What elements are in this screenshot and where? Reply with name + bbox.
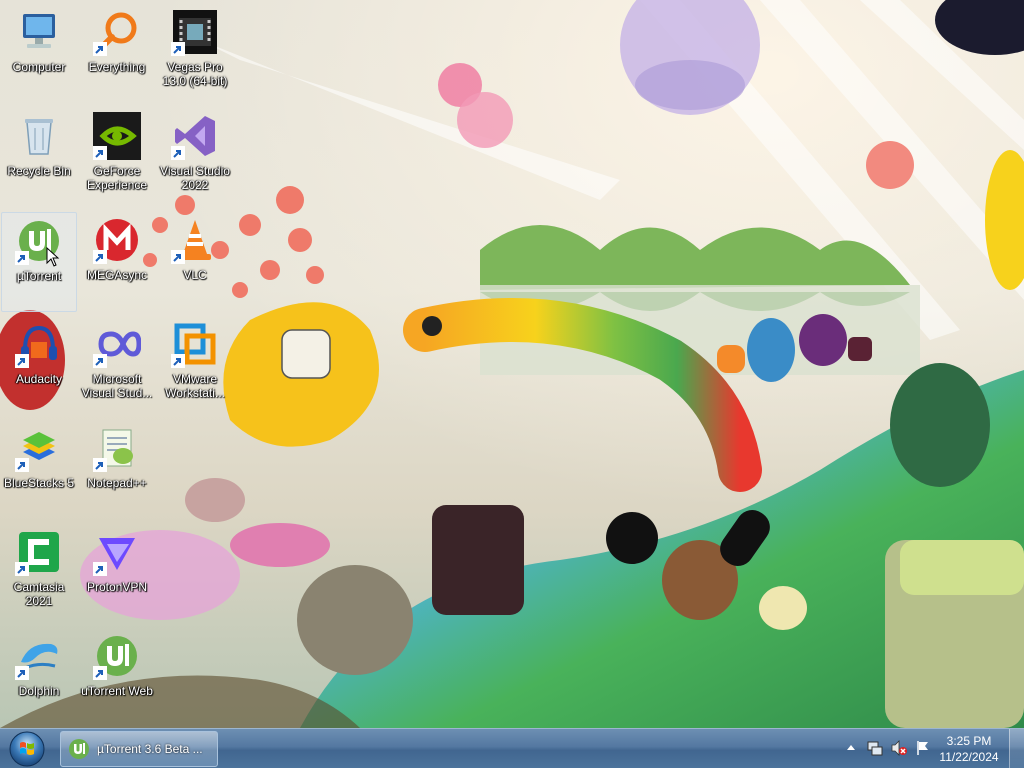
clock-date: 11/22/2024 [939,750,999,764]
shortcut-arrow-icon [15,354,29,368]
utorrent-web-icon [93,632,141,680]
icon-label: GeForce Experience [86,164,148,192]
icon-label: Notepad++ [87,476,147,490]
shortcut-arrow-icon [15,251,29,265]
icon-label: Everything [88,60,146,74]
shortcut-arrow-icon [171,250,185,264]
taskbar-app-label: µTorrent 3.6 Beta ... [97,742,203,756]
everything-search-icon [93,8,141,56]
icon-label: Audacity [15,372,63,386]
icon-label: Computer [12,60,66,74]
megasync-icon [93,216,141,264]
shortcut-arrow-icon [93,458,107,472]
icon-label: Vegas Pro 13.0 (64-bit) [162,60,228,88]
icon-label: VMware Workstati... [165,372,225,400]
desktop-icon-dolphin[interactable]: Dolphin [1,628,77,728]
mouse-pointer-icon [46,247,60,267]
desktop-icon-vlc[interactable]: VLC [157,212,233,312]
notepad-plus-plus-icon [93,424,141,472]
shortcut-arrow-icon [15,562,29,576]
dolphin-icon [15,632,63,680]
vlc-icon [171,216,219,264]
shortcut-arrow-icon [93,562,107,576]
computer-icon [15,8,63,56]
windows-start-orb-icon [9,731,45,767]
geforce-experience-icon [93,112,141,160]
icon-label: BlueStacks 5 [3,476,75,490]
desktop-icon-notepad-plus-plus[interactable]: Notepad++ [79,420,155,520]
icon-label: Visual Studio 2022 [160,164,230,192]
desktop[interactable]: Computer Recycle Bin µTorrent Audacity B… [0,0,1024,728]
shortcut-arrow-icon [171,42,185,56]
action-center-flag-icon[interactable] [914,739,932,757]
shortcut-arrow-icon [171,354,185,368]
icon-label: MEGAsync [86,268,147,282]
audacity-icon [15,320,63,368]
network-icon[interactable] [866,739,884,757]
desktop-icon-utorrent-web[interactable]: uTorrent Web [79,628,155,728]
shortcut-arrow-icon [93,146,107,160]
icon-label: VLC [183,268,207,282]
icon-label: ProtonVPN [86,580,148,594]
desktop-icon-bluestacks[interactable]: BlueStacks 5 [1,420,77,520]
desktop-icon-everything[interactable]: Everything [79,4,155,104]
camtasia-icon [15,528,63,576]
shortcut-arrow-icon [15,666,29,680]
shortcut-arrow-icon [93,42,107,56]
protonvpn-icon [93,528,141,576]
desktop-icon-vegas-pro[interactable]: Vegas Pro 13.0 (64-bit) [157,4,233,104]
shortcut-arrow-icon [171,146,185,160]
volume-muted-icon[interactable] [890,739,908,757]
icon-label: Recycle Bin [7,164,71,178]
desktop-icon-recycle-bin[interactable]: Recycle Bin [1,108,77,208]
taskbar: µTorrent 3.6 Beta ... 3:25 PM 11/22/2024 [0,728,1024,768]
recycle-bin-icon [15,112,63,160]
desktop-icon-utorrent[interactable]: µTorrent [1,212,77,312]
visual-studio-installer-icon [93,320,141,368]
vegas-pro-icon [171,8,219,56]
bluestacks-icon [15,424,63,472]
desktop-icon-protonvpn[interactable]: ProtonVPN [79,524,155,624]
desktop-icon-megasync[interactable]: MEGAsync [79,212,155,312]
shortcut-arrow-icon [93,666,107,680]
icon-label: uTorrent Web [81,684,153,698]
icon-label: Microsoft Visual Stud... [81,372,153,400]
desktop-icon-audacity[interactable]: Audacity [1,316,77,416]
icon-label: µTorrent [16,269,62,283]
system-tray: 3:25 PM 11/22/2024 [834,729,1024,768]
clock[interactable]: 3:25 PM 11/22/2024 [932,733,1006,765]
vmware-icon [171,320,219,368]
start-button[interactable] [4,730,50,768]
desktop-icon-visual-studio[interactable]: Visual Studio 2022 [157,108,233,208]
shortcut-arrow-icon [15,458,29,472]
shortcut-arrow-icon [93,250,107,264]
taskbar-app-utorrent[interactable]: µTorrent 3.6 Beta ... [60,731,218,767]
desktop-icon-vmware[interactable]: VMware Workstati... [157,316,233,416]
visual-studio-icon [171,112,219,160]
icon-label: Camtasia 2021 [13,580,65,608]
clock-time: 3:25 PM [946,734,992,748]
desktop-icon-camtasia[interactable]: Camtasia 2021 [1,524,77,624]
desktop-icon-computer[interactable]: Computer [1,4,77,104]
icon-label: Dolphin [18,684,60,698]
show-desktop-button[interactable] [1009,729,1024,768]
desktop-icon-geforce-experience[interactable]: GeForce Experience [79,108,155,208]
shortcut-arrow-icon [93,354,107,368]
show-hidden-icons-arrow[interactable] [842,739,860,757]
desktop-icon-visual-studio-installer[interactable]: Microsoft Visual Stud... [79,316,155,416]
utorrent-icon [69,739,89,759]
